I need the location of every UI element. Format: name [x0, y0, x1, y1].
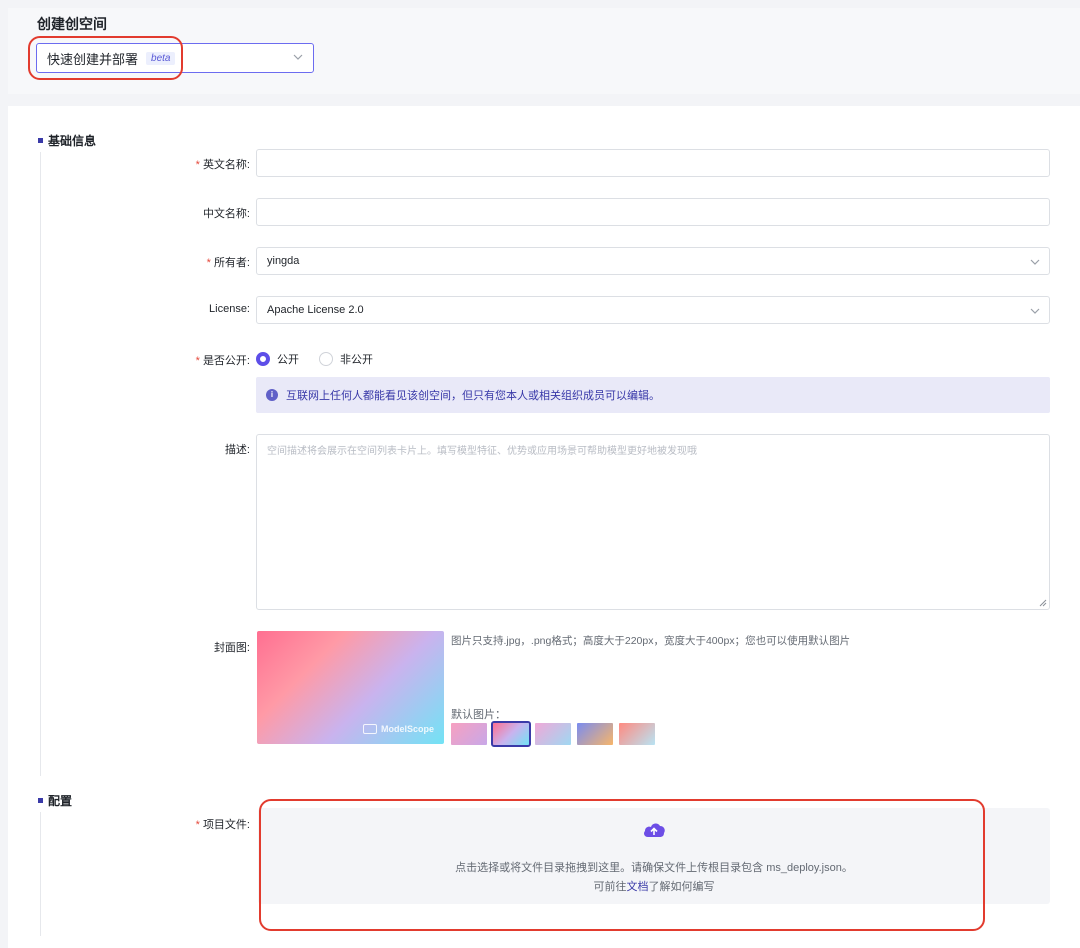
description-label: 描述:	[224, 444, 250, 456]
required-mark: *	[195, 355, 200, 367]
create-space-page: 创建创空间 快速创建并部署 beta 基础信息 * 英文名称: 中文名称: * 所有…	[0, 0, 1080, 948]
default-thumb-1[interactable]	[451, 723, 487, 745]
project-file-label: * 项目文件:	[195, 819, 250, 831]
section-marker-icon	[38, 798, 43, 803]
default-image-thumbs	[451, 721, 661, 747]
page-title: 创建创空间	[37, 16, 107, 32]
section-divider-basic	[40, 152, 41, 776]
info-icon: i	[266, 389, 278, 401]
modelscope-logo-icon	[362, 724, 377, 734]
english-name-label: * 英文名称:	[195, 159, 250, 171]
english-name-input[interactable]	[256, 149, 1050, 177]
owner-select[interactable]: yingda	[256, 247, 1050, 275]
default-thumb-5[interactable]	[619, 723, 655, 745]
radio-public-label: 公开	[277, 354, 299, 366]
license-select[interactable]: Apache License 2.0	[256, 296, 1050, 324]
visibility-info-banner: i 互联网上任何人都能看见该创空间，但只有您本人或相关组织成员可以编辑。	[256, 377, 1050, 413]
resize-handle-icon[interactable]	[1039, 599, 1047, 607]
required-mark: *	[195, 819, 200, 831]
chevron-down-icon	[1030, 259, 1040, 265]
radio-checked-icon	[256, 352, 270, 366]
license-value: Apache License 2.0	[267, 304, 364, 316]
default-thumb-4[interactable]	[577, 723, 613, 745]
chevron-down-icon	[293, 54, 303, 60]
radio-public[interactable]: 公开	[256, 351, 299, 367]
license-label: License:	[209, 303, 250, 315]
required-mark: *	[195, 159, 200, 171]
radio-unchecked-icon	[319, 352, 333, 366]
section-title-config-text: 配置	[48, 794, 73, 808]
modelscope-watermark: ModelScope	[362, 724, 434, 734]
visibility-info-text: 互联网上任何人都能看见该创空间，但只有您本人或相关组织成员可以编辑。	[286, 390, 660, 402]
visibility-label: * 是否公开:	[195, 355, 250, 367]
annotation-highlight-mode	[28, 36, 183, 80]
section-title-basic-text: 基础信息	[48, 134, 97, 148]
section-title-config: 配置	[38, 792, 72, 809]
section-marker-icon	[38, 138, 43, 143]
owner-label: * 所有者:	[206, 257, 250, 269]
default-images-label: 默认图片：	[451, 709, 506, 721]
description-textarea[interactable]: 空间描述将会展示在空间列表卡片上。填写模型特征、优势或应用场景可帮助模型更好地被…	[256, 434, 1050, 610]
visibility-radio-group: 公开 非公开	[256, 351, 393, 367]
cover-hint-text: 图片只支持.jpg，.png格式；高度大于220px，宽度大于400px；您也可…	[451, 635, 851, 647]
description-placeholder: 空间描述将会展示在空间列表卡片上。填写模型特征、优势或应用场景可帮助模型更好地被…	[267, 446, 697, 457]
section-title-basic: 基础信息	[38, 132, 96, 149]
cover-label: 封面图:	[213, 642, 250, 654]
radio-private[interactable]: 非公开	[319, 351, 373, 367]
cover-image-upload[interactable]: ModelScope	[257, 631, 444, 744]
default-thumb-2[interactable]	[491, 721, 531, 747]
radio-private-label: 非公开	[340, 354, 373, 366]
chevron-down-icon	[1030, 308, 1040, 314]
owner-value: yingda	[267, 255, 300, 267]
required-mark: *	[206, 257, 211, 269]
annotation-highlight-upload	[259, 799, 985, 931]
chinese-name-label: 中文名称:	[202, 208, 250, 220]
chinese-name-input[interactable]	[256, 198, 1050, 226]
default-thumb-3[interactable]	[535, 723, 571, 745]
